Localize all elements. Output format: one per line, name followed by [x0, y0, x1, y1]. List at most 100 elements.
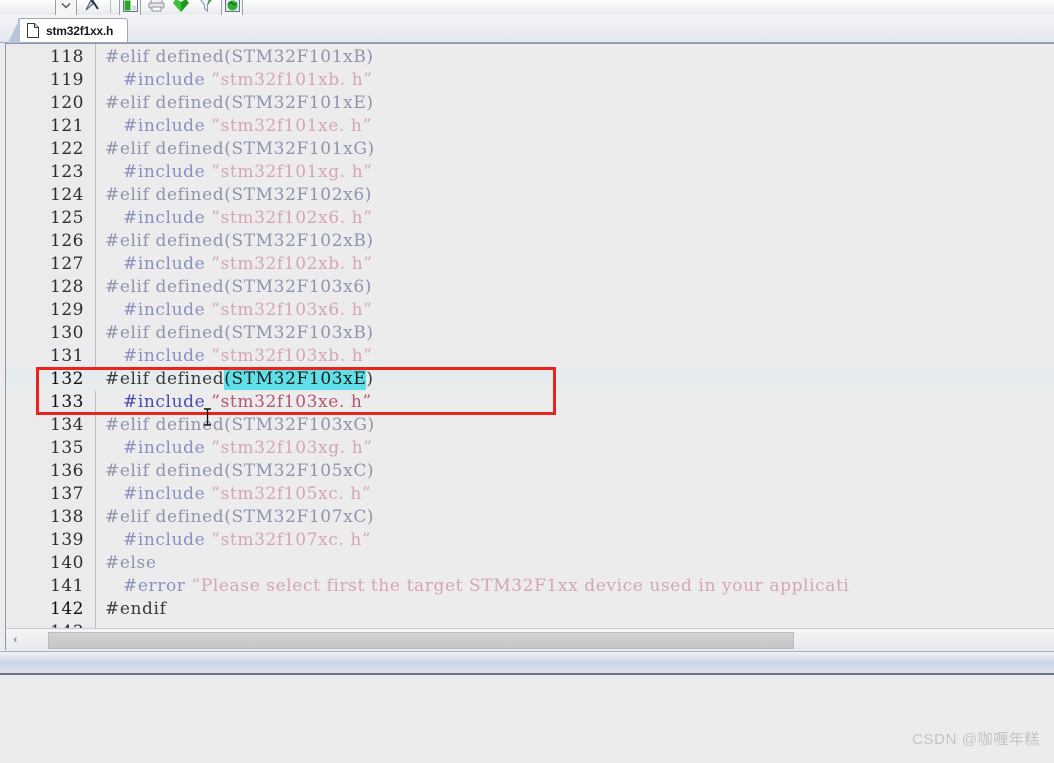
code-token: #endif [105, 599, 167, 619]
code-line[interactable]: 143 [6, 621, 1054, 628]
code-line[interactable]: 134 #elif defined(STM32F103xG) [6, 414, 1054, 437]
line-number: 141 [50, 576, 84, 596]
line-number: 140 [50, 553, 84, 573]
tab-stm32f1xx-h[interactable]: stm32f1xx.h [7, 18, 129, 43]
code-line-text: #include ”stm32f101xe. h” [105, 115, 372, 138]
code-line-text: #include ”stm32f101xb. h” [105, 69, 373, 92]
code-line[interactable]: 136 #elif defined(STM32F105xC) [6, 460, 1054, 483]
code-line[interactable]: 127 #include ”stm32f102xb. h” [6, 253, 1054, 276]
scroll-left-button[interactable]: ‹ [8, 632, 23, 648]
code-line[interactable]: 142 #endif [6, 598, 1054, 621]
code-token: ”Please select first the target STM32F1x… [191, 576, 850, 596]
code-line[interactable]: 135 #include ”stm32f103xg. h” [6, 437, 1054, 460]
line-number: 122 [50, 139, 84, 159]
code-line[interactable]: 133 #include ”stm32f103xe. h” [6, 391, 1054, 414]
code-line[interactable]: 131 #include ”stm32f103xb. h” [6, 345, 1054, 368]
code-line-text: #include ”stm32f102xb. h” [105, 253, 373, 276]
code-line-text: #include ”stm32f103xe. h” [105, 391, 372, 414]
printer-icon[interactable] [146, 0, 166, 15]
code-line[interactable]: 141 #error ”Please select first the targe… [6, 575, 1054, 598]
code-token: #elif defined(STM32F103xG) [105, 415, 375, 435]
code-token: #elif defined(STM32F102xB) [105, 231, 374, 251]
split-view-icon[interactable] [119, 0, 141, 15]
green-diamond-icon[interactable] [171, 0, 191, 15]
code-token: #elif defined(STM32F101xB) [105, 47, 374, 67]
code-editor-viewport[interactable]: 118 #elif defined(STM32F101xB) 119 #include… [6, 44, 1054, 628]
code-token: #include [123, 346, 212, 366]
code-line-text: #elif defined(STM32F107xC) [105, 506, 374, 529]
line-number: 120 [50, 93, 84, 113]
code-line[interactable]: 126 #elif defined(STM32F102xB) [6, 230, 1054, 253]
line-number: 119 [50, 70, 84, 90]
code-line[interactable]: 140 #else [6, 552, 1054, 575]
line-number: 124 [50, 185, 84, 205]
line-number: 129 [50, 300, 84, 320]
code-line[interactable]: 129 #include ”stm32f103x6. h” [6, 299, 1054, 322]
horizontal-scrollbar[interactable]: ‹ [6, 628, 1054, 650]
line-number: 142 [50, 599, 84, 619]
globe-image-icon[interactable] [221, 0, 243, 15]
line-number: 121 [50, 116, 84, 136]
code-line[interactable]: 130 #elif defined(STM32F103xB) [6, 322, 1054, 345]
code-line-text: #include ”stm32f107xc. h” [105, 529, 371, 552]
code-line[interactable]: 138 #elif defined(STM32F107xC) [6, 506, 1054, 529]
line-number: 139 [50, 530, 84, 550]
editor-tab-bar: stm32f1xx.h [0, 15, 1054, 43]
compass-icon[interactable] [82, 0, 102, 15]
code-line-text: #include ”stm32f103x6. h” [105, 299, 373, 322]
code-line-text: #elif defined(STM32F101xG) [105, 138, 375, 161]
code-line-text: #elif defined(STM32F103xE) [105, 368, 374, 391]
line-number: 125 [50, 208, 84, 228]
filter-funnel-icon[interactable] [196, 0, 216, 15]
code-line-text: #include ”stm32f105xc. h” [105, 483, 371, 506]
code-token: #elif defined [105, 369, 225, 389]
line-number: 135 [50, 438, 84, 458]
code-line[interactable]: 137 #include ”stm32f105xc. h” [6, 483, 1054, 506]
code-token: #elif defined(STM32F107xC) [105, 507, 375, 527]
code-token: #include [123, 116, 212, 136]
code-line[interactable]: 120 #elif defined(STM32F101xE) [6, 92, 1054, 115]
tab-label: stm32f1xx.h [46, 23, 114, 38]
selected-text: (STM32F103xE [224, 368, 367, 390]
dropdown-arrow-icon[interactable] [55, 0, 77, 15]
code-token: #include [123, 438, 212, 458]
code-token: ”stm32f102xb. h” [211, 254, 373, 274]
code-token: #include [123, 70, 212, 90]
code-lines[interactable]: 118 #elif defined(STM32F101xB) 119 #include… [6, 46, 1054, 628]
code-line[interactable]: 132 #elif defined(STM32F103xE) [6, 368, 1054, 391]
code-line-text: #include ”stm32f101xg. h” [105, 161, 373, 184]
code-line[interactable]: 128 #elif defined(STM32F103x6) [6, 276, 1054, 299]
code-line[interactable]: 121 #include ”stm32f101xe. h” [6, 115, 1054, 138]
line-number: 123 [50, 162, 84, 182]
line-number: 137 [50, 484, 84, 504]
code-line[interactable]: 122 #elif defined(STM32F101xG) [6, 138, 1054, 161]
horizontal-scrollbar-thumb[interactable] [48, 632, 794, 649]
line-number: 136 [50, 461, 84, 481]
code-line-text: #elif defined(STM32F101xB) [105, 46, 374, 69]
line-number: 134 [50, 415, 84, 435]
code-token: ”stm32f103x6. h” [211, 300, 373, 320]
code-line-text: #elif defined(STM32F103x6) [105, 276, 372, 299]
code-line-text: #elif defined(STM32F102xB) [105, 230, 374, 253]
code-line[interactable]: 124 #elif defined(STM32F102x6) [6, 184, 1054, 207]
code-line[interactable]: 125 #include ”stm32f102x6. h” [6, 207, 1054, 230]
code-line[interactable]: 118 #elif defined(STM32F101xB) [6, 46, 1054, 69]
line-number: 126 [50, 231, 84, 251]
code-token: #elif defined(STM32F103x6) [105, 277, 372, 297]
code-line[interactable]: 139 #include ”stm32f107xc. h” [6, 529, 1054, 552]
code-token: #include [123, 484, 212, 504]
line-number: 132 [50, 369, 84, 389]
toolbar-separator [110, 0, 111, 13]
code-token: #include [123, 392, 212, 412]
line-number: 133 [50, 392, 84, 412]
code-token: ”stm32f103xe. h” [211, 392, 372, 412]
code-token: #error [123, 576, 192, 596]
code-token: #else [105, 553, 157, 573]
code-line-text: #include ”stm32f102x6. h” [105, 207, 373, 230]
code-token: #elif defined(STM32F101xE) [105, 93, 374, 113]
code-token: ”stm32f105xc. h” [211, 484, 372, 504]
code-line-text: #elif defined(STM32F105xC) [105, 460, 374, 483]
code-line[interactable]: 123 #include ”stm32f101xg. h” [6, 161, 1054, 184]
code-line-text: #elif defined(STM32F102x6) [105, 184, 372, 207]
code-line[interactable]: 119 #include ”stm32f101xb. h” [6, 69, 1054, 92]
